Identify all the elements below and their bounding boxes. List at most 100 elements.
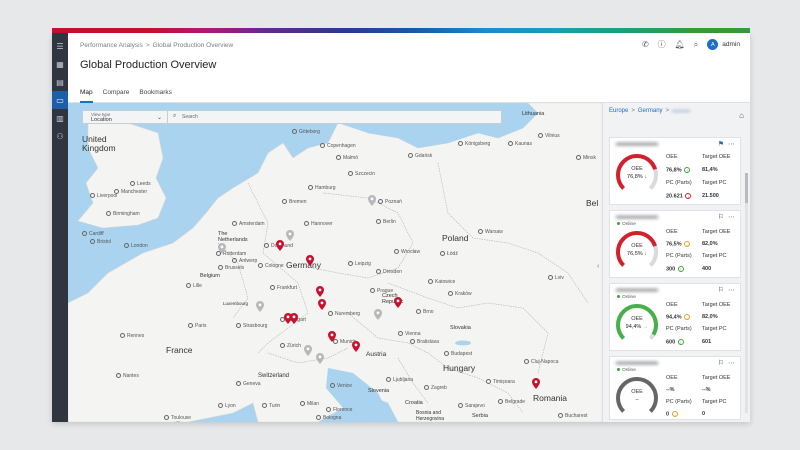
- location-pin-icon[interactable]: [328, 331, 336, 342]
- location-pin-icon[interactable]: [352, 341, 360, 352]
- map-search-input[interactable]: ⌕ Search: [168, 110, 502, 124]
- map-label-city: Liverpool: [90, 193, 117, 199]
- search-icon[interactable]: ⌕: [694, 40, 698, 50]
- more-icon[interactable]: ⋯: [728, 140, 735, 148]
- map-label-city: Venice: [330, 383, 352, 389]
- phone-icon[interactable]: ✆: [642, 40, 649, 49]
- user-name[interactable]: admin: [722, 41, 740, 48]
- map-label-country: Serbia: [472, 413, 488, 419]
- bookmark-icon[interactable]: ⚐: [718, 286, 724, 294]
- location-pin-icon[interactable]: [316, 286, 324, 297]
- more-icon[interactable]: ⋯: [728, 213, 735, 221]
- home-icon[interactable]: ⌂: [739, 111, 744, 120]
- map-label-city: Paris: [188, 323, 206, 329]
- location-pin-icon[interactable]: [290, 313, 298, 324]
- gauge-value: 76,5% ↓: [614, 251, 660, 257]
- map-label-city: Birmingham: [106, 211, 140, 217]
- bookmark-icon[interactable]: ⚐: [718, 213, 724, 221]
- gauge-value-text: –: [635, 397, 639, 403]
- map-search-bar: View type Location ⌄ ⌕ Search: [82, 110, 502, 124]
- breadcrumb-item[interactable]: Global Production Overview: [153, 42, 234, 49]
- location-pin-icon[interactable]: [218, 243, 226, 254]
- location-pin-icon[interactable]: [532, 378, 540, 389]
- tab-map[interactable]: Map: [80, 85, 93, 103]
- location-pin-icon[interactable]: [306, 255, 314, 266]
- map-label-country: United Kingdom: [82, 134, 116, 153]
- gauge-label: OEE: [631, 166, 643, 172]
- target-oee-value: 81,4%: [702, 167, 718, 173]
- panel-breadcrumb-item[interactable]: Europe: [609, 108, 628, 114]
- map-label-country: Luxembourg: [223, 301, 249, 306]
- status-text: Online: [622, 368, 636, 373]
- report-icon[interactable]: ▥: [52, 109, 68, 127]
- trend-down-icon: ↓: [644, 251, 647, 257]
- location-pin-icon[interactable]: [286, 230, 294, 241]
- map-label-city: Cardiff: [82, 231, 104, 237]
- site-card[interactable]: ▬▬▬▬▬▬▬ ⚐ ⋯ Online OEE – OEE --% Target …: [609, 356, 741, 420]
- location-pin-icon[interactable]: [304, 345, 312, 356]
- trend-down-icon: ↓: [685, 193, 692, 199]
- map-label-city: Budapest: [444, 351, 472, 357]
- target-oee-label: Target OEE: [702, 154, 731, 160]
- map-label-city: Poznań: [378, 199, 402, 205]
- status-dot: [617, 222, 620, 226]
- help-icon[interactable]: ⓘ: [658, 39, 666, 50]
- bell-icon[interactable]: 🔔︎: [675, 40, 685, 49]
- oee-value: 76,5% →: [666, 241, 691, 247]
- more-icon[interactable]: ⋯: [728, 359, 735, 367]
- more-icon[interactable]: ⋯: [728, 286, 735, 294]
- pc-value-text: 300: [666, 266, 676, 273]
- map-label-city: Sarajevo: [458, 403, 485, 409]
- map-label-city: Belgrade: [498, 399, 525, 405]
- trend-up-icon: ↑: [677, 266, 684, 272]
- tab-bar: Map Compare Bookmarks: [68, 85, 750, 103]
- location-pin-icon[interactable]: [318, 299, 326, 310]
- dashboard-icon[interactable]: ▦: [52, 55, 68, 73]
- site-name-redacted: ▬▬▬▬▬▬▬: [616, 141, 658, 147]
- target-pc-label: Target PC: [702, 253, 727, 259]
- location-pin-icon[interactable]: [394, 297, 402, 308]
- status-badge: Online: [617, 295, 636, 300]
- location-pin-icon[interactable]: [276, 240, 284, 251]
- map-label-city: Vilnius: [538, 133, 560, 139]
- location-pin-icon[interactable]: [174, 421, 182, 422]
- map-label-city: Malmö: [336, 155, 358, 161]
- panel-breadcrumb-item[interactable]: Germany: [638, 108, 663, 114]
- trend-up-icon: ↑: [684, 167, 691, 173]
- monitor-icon[interactable]: ▭: [52, 91, 68, 109]
- document-icon[interactable]: ▤: [52, 73, 68, 91]
- location-pin-icon[interactable]: [374, 309, 382, 320]
- site-card[interactable]: ▬▬▬▬▬▬▬ ⚐ ⋯ Online OEE 76,5% ↓ OEE 76,5%…: [609, 210, 741, 278]
- tab-bookmarks[interactable]: Bookmarks: [139, 85, 172, 103]
- map[interactable]: View type Location ⌄ ⌕ Search United Kin…: [68, 103, 602, 422]
- location-pin-icon[interactable]: [256, 301, 264, 312]
- users-icon[interactable]: ⚇: [52, 127, 68, 145]
- menu-icon[interactable]: ☰: [52, 37, 68, 55]
- map-label-city: Bremen: [282, 199, 307, 205]
- map-label-country: Hungary: [443, 363, 476, 373]
- bookmark-filled-icon[interactable]: ⚑: [718, 140, 724, 148]
- location-pin-icon[interactable]: [368, 195, 376, 206]
- target-oee-value-text: --%: [702, 387, 711, 393]
- site-name-redacted: ▬▬▬▬▬▬▬: [616, 360, 658, 366]
- site-card[interactable]: ▬▬▬▬▬▬▬ ⚑ ⋯ OEE 76,8% ↓ OEE 76,8% ↑ Targ…: [609, 137, 741, 205]
- scrollbar[interactable]: [745, 173, 748, 413]
- target-pc-value: 400: [702, 266, 711, 272]
- header: Performance Analysis > Global Production O…: [68, 33, 750, 85]
- avatar[interactable]: A: [707, 39, 719, 50]
- chevron-left-icon[interactable]: ‹: [597, 263, 599, 270]
- bookmark-icon[interactable]: ⚐: [718, 359, 724, 367]
- scrollbar-thumb[interactable]: [745, 173, 748, 203]
- pc-label: PC (Parts): [666, 253, 692, 259]
- map-label-city: London: [124, 243, 148, 249]
- location-pin-icon[interactable]: [316, 353, 324, 364]
- tab-compare[interactable]: Compare: [103, 85, 130, 103]
- view-type-value: Location: [91, 117, 112, 123]
- map-label-city: Kraków: [448, 291, 472, 297]
- map-label-country: Germany: [286, 260, 321, 270]
- map-label-city: Berlin: [376, 219, 396, 225]
- view-type-select[interactable]: View type Location ⌄: [82, 110, 168, 124]
- breadcrumb-item[interactable]: Performance Analysis: [80, 42, 143, 49]
- site-card[interactable]: ▬▬▬▬▬▬▬ ⚐ ⋯ Online OEE 94,4% → OEE 94,4%…: [609, 283, 741, 351]
- pc-value-text: 600: [666, 339, 676, 346]
